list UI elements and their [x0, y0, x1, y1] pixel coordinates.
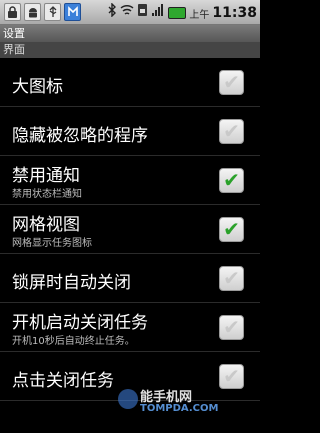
clock-time: 11:38: [212, 5, 257, 21]
usb-icon: [44, 3, 61, 21]
preference-item[interactable]: 网格视图网格显示任务图标 ✔: [0, 205, 260, 254]
preference-summary: 禁用状态栏通知: [12, 189, 82, 200]
wifi-icon: [120, 3, 134, 23]
bluetooth-icon: [107, 2, 117, 23]
preference-item[interactable]: 隐藏被忽略的程序 ✔: [0, 107, 260, 156]
preference-checkbox[interactable]: ✔: [219, 217, 244, 242]
preference-title: 锁屏时自动关闭: [12, 273, 131, 293]
preference-item[interactable]: 点击关闭任务 ✔: [0, 352, 260, 401]
preference-item[interactable]: 禁用通知禁用状态栏通知 ✔: [0, 156, 260, 205]
preference-checkbox[interactable]: ✔: [219, 168, 244, 193]
app-icon: [64, 3, 81, 21]
preference-title: 大图标: [12, 77, 63, 97]
checkmark-icon: ✔: [223, 217, 240, 241]
preference-title: 点击关闭任务: [12, 371, 114, 391]
battery-icon: [168, 7, 187, 19]
clock-ampm: 上午: [189, 9, 210, 21]
lock-icon: [4, 3, 21, 21]
preference-title: 禁用通知: [12, 166, 80, 186]
preference-list: 大图标 ✔ 隐藏被忽略的程序 ✔ 禁用通知 禁用状态栏通知 ✔ 网格视图 网格显示任务图标 ✔ 锁屏…: [0, 58, 260, 401]
page-title: 设置: [0, 25, 260, 42]
status-bar: 上午 11:38: [0, 0, 260, 25]
checkmark-icon: ✔: [223, 315, 240, 339]
preference-item[interactable]: 开机启动关闭任务开机10秒后自动终止任务。 ✔: [0, 303, 260, 352]
preference-summary: 网格显示任务图标: [12, 238, 92, 249]
notification-icons: [4, 3, 81, 21]
checkmark-icon: ✔: [223, 119, 240, 143]
preference-checkbox[interactable]: ✔: [219, 70, 244, 95]
sim-icon: [137, 3, 148, 23]
checkmark-icon: ✔: [223, 70, 240, 94]
checkmark-icon: ✔: [223, 168, 240, 192]
checkmark-icon: ✔: [223, 266, 240, 290]
signal-icon: [151, 3, 165, 23]
preference-title: 网格视图: [12, 215, 80, 235]
checkmark-icon: ✔: [223, 364, 240, 388]
watermark-line2: TOMPDA.COM: [140, 403, 219, 414]
preference-title: 开机启动关闭任务: [12, 313, 148, 333]
preference-item[interactable]: 大图标 ✔: [0, 58, 260, 107]
system-icons: 上午 11:38: [107, 2, 257, 23]
preference-summary: 开机10秒后自动终止任务。: [12, 336, 135, 347]
preference-checkbox[interactable]: ✔: [219, 364, 244, 389]
category-header: 界面: [0, 42, 260, 58]
preference-checkbox[interactable]: ✔: [219, 119, 244, 144]
preference-title: 隐藏被忽略的程序: [12, 126, 148, 146]
preference-item[interactable]: 锁屏时自动关闭 ✔: [0, 254, 260, 303]
preference-checkbox[interactable]: ✔: [219, 315, 244, 340]
preference-checkbox[interactable]: ✔: [219, 266, 244, 291]
android-icon: [24, 3, 41, 21]
